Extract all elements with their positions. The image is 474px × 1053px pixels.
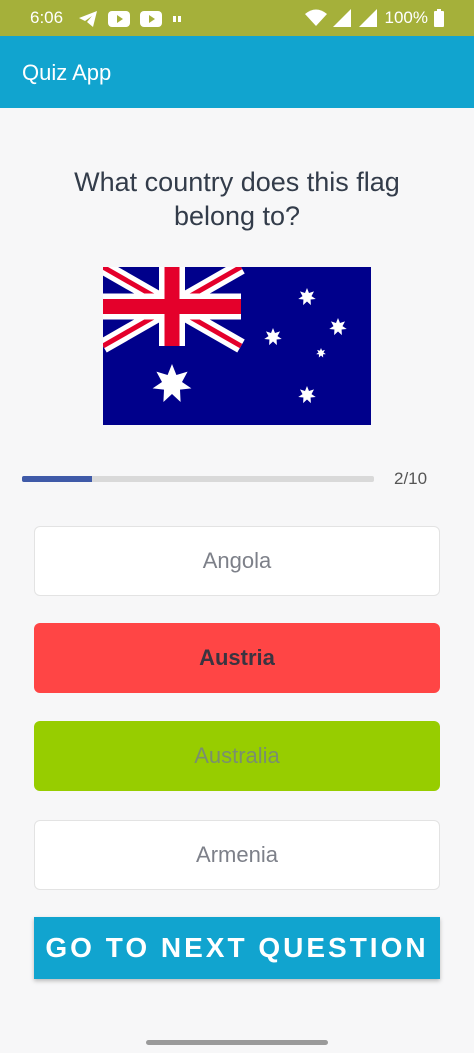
wifi-icon bbox=[304, 9, 327, 26]
option-australia[interactable]: Australia bbox=[34, 721, 440, 791]
option-label: Angola bbox=[202, 548, 272, 573]
option-armenia[interactable]: Armenia bbox=[34, 820, 440, 890]
option-angola[interactable]: Angola bbox=[34, 526, 440, 596]
app-title: Quiz App bbox=[22, 60, 112, 85]
notification-icons bbox=[78, 9, 186, 29]
battery-percent: 100% bbox=[384, 8, 428, 27]
data-24-icon bbox=[173, 16, 181, 22]
next-question-button[interactable]: GO TO NEXT QUESTION bbox=[34, 917, 440, 979]
youtube-icon bbox=[108, 11, 130, 27]
telegram-icon bbox=[79, 11, 97, 27]
australia-flag bbox=[103, 267, 371, 425]
progress-bar bbox=[22, 476, 374, 482]
app-bar: Quiz App bbox=[0, 36, 474, 108]
status-time: 6:06 bbox=[30, 8, 64, 27]
signal-icon bbox=[332, 9, 351, 27]
battery-icon bbox=[434, 9, 444, 27]
union-jack bbox=[103, 267, 245, 353]
home-indicator[interactable] bbox=[146, 1040, 328, 1045]
signal-icon bbox=[358, 9, 377, 27]
option-label: Australia bbox=[194, 743, 280, 768]
option-austria[interactable]: Austria bbox=[34, 623, 440, 693]
status-bar: 6:06 100% bbox=[0, 0, 474, 36]
progress-fill bbox=[22, 476, 93, 482]
progress-label: 2/10 bbox=[394, 469, 428, 488]
question-text: What country does this flag belong to? bbox=[74, 167, 400, 231]
option-label: Armenia bbox=[196, 842, 278, 867]
option-label: Austria bbox=[199, 645, 275, 670]
youtube-icon bbox=[140, 11, 162, 27]
system-icons: 100% bbox=[304, 8, 444, 28]
